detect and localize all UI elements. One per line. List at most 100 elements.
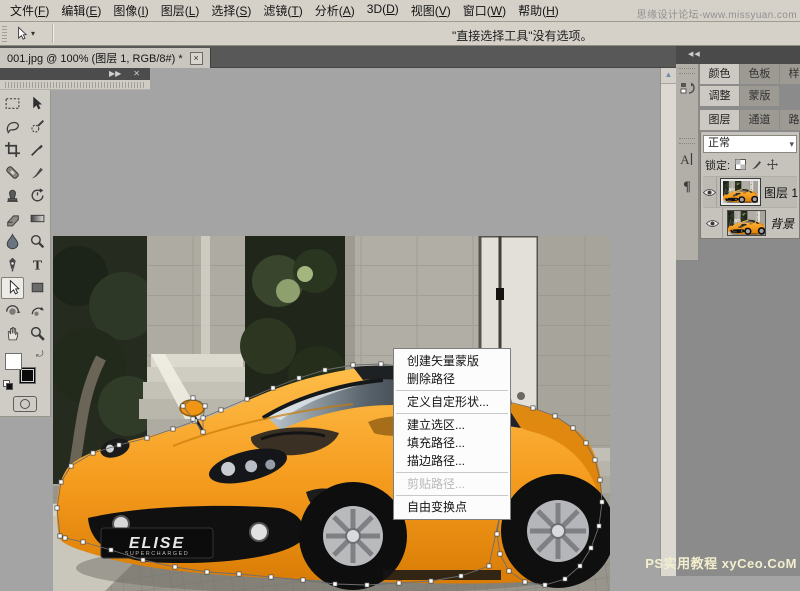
canvas-vertical-scrollbar[interactable]: ▲ (660, 68, 676, 576)
panel-tab[interactable]: 图层 (700, 110, 739, 130)
3d-roll-tool[interactable] (26, 300, 49, 322)
spot-healing-brush-tool[interactable] (1, 162, 24, 184)
panel-tab[interactable]: 样式 (780, 64, 800, 84)
panel-tab[interactable]: 调整 (700, 86, 739, 106)
lock-position-icon[interactable] (767, 159, 778, 170)
context-menu-item[interactable]: 填充路径... (394, 434, 510, 452)
dock-collapse-icon[interactable]: ◀◀ (676, 46, 800, 64)
tools-panel: ⤾ (0, 90, 51, 417)
move-tool[interactable] (26, 93, 49, 115)
direct-selection-tool-icon (4, 279, 21, 296)
panel-tab[interactable]: 色板 (740, 64, 779, 84)
blur-tool[interactable] (1, 231, 24, 253)
paragraph-panel-icon[interactable] (676, 176, 698, 194)
character-panel-icon[interactable] (676, 150, 698, 168)
document-tab[interactable]: 001.jpg @ 100% (图层 1, RGB/8#) * × (0, 48, 211, 68)
panel-tab[interactable]: 路径 (780, 110, 800, 130)
zoom-tool[interactable] (26, 323, 49, 345)
dock-strip-grip-2[interactable] (679, 138, 695, 144)
panel-tab[interactable]: 颜色 (700, 64, 739, 84)
lasso-tool-icon (4, 118, 21, 135)
lasso-tool[interactable] (1, 116, 24, 138)
crop-tool[interactable] (1, 139, 24, 161)
quick-mask-button[interactable] (13, 396, 37, 412)
gradient-tool[interactable] (26, 208, 49, 230)
options-bar-grip[interactable] (2, 25, 7, 42)
context-menu-item[interactable]: 描边路径... (394, 452, 510, 470)
site-watermark-bottom: PS实用教程 xyCeo.CoM (645, 553, 797, 572)
quick-mask-icon (20, 399, 30, 409)
3d-rotate-tool[interactable] (1, 300, 24, 322)
tool-options-message: "直接选择工具"没有选项。 (452, 27, 593, 44)
lock-label: 锁定: (705, 157, 730, 173)
context-menu-item[interactable]: 删除路径 (394, 370, 510, 388)
menu-filter[interactable]: 滤镜(T) (257, 2, 308, 19)
history-brush-tool[interactable] (26, 185, 49, 207)
scroll-up-icon[interactable]: ▲ (661, 68, 676, 84)
layer-row[interactable]: 图层 1 (703, 176, 797, 207)
menu-select[interactable]: 选择(S) (205, 2, 257, 19)
tools-panel-grip[interactable] (0, 80, 150, 90)
menu-image[interactable]: 图像(I) (107, 2, 154, 19)
swap-colors-icon[interactable]: ⤾ (36, 349, 44, 360)
pen-tool[interactable] (1, 254, 24, 276)
color-swatches: ⤾ (0, 347, 50, 393)
menu-layer[interactable]: 图层(L) (155, 2, 206, 19)
context-menu-item[interactable]: 定义自定形状... (394, 393, 510, 411)
menu-analysis[interactable]: 分析(A) (309, 2, 361, 19)
current-tool-dropdown[interactable]: ▾ (13, 24, 47, 43)
brush-tool[interactable] (26, 162, 49, 184)
eye-icon (703, 188, 716, 197)
clone-stamp-tool[interactable] (1, 185, 24, 207)
eyedropper-tool[interactable] (26, 139, 49, 161)
history-panel-icon[interactable] (676, 80, 698, 98)
layer-thumbnail[interactable] (727, 210, 766, 236)
context-menu-item[interactable]: 建立选区... (394, 416, 510, 434)
menu-edit[interactable]: 编辑(E) (55, 2, 107, 19)
hand-tool[interactable] (1, 323, 24, 345)
foreground-color-swatch[interactable] (5, 353, 22, 370)
horizontal-type-tool[interactable] (26, 254, 49, 276)
pen-tool-icon (4, 256, 21, 273)
rectangular-marquee-tool[interactable] (1, 93, 24, 115)
layer-name[interactable]: 背景 (770, 215, 794, 232)
quick-selection-tool[interactable] (26, 116, 49, 138)
canvas-area[interactable] (0, 68, 660, 576)
context-menu-item: 剪贴路径... (394, 475, 510, 493)
layer-thumbnail[interactable] (721, 179, 760, 205)
panel-group-color: 颜色色板样式 (700, 64, 800, 84)
lock-transparent-pixels-icon[interactable] (735, 159, 746, 170)
eraser-tool[interactable] (1, 208, 24, 230)
context-menu-item[interactable]: 自由变换点 (394, 498, 510, 516)
blend-mode-select[interactable]: 正常 (703, 135, 797, 153)
panel-tab[interactable]: 通道 (740, 110, 779, 130)
tools-close-icon[interactable]: ✕ (133, 68, 140, 80)
menu-3d[interactable]: 3D(D) (361, 2, 405, 19)
direct-selection-tool[interactable] (1, 277, 24, 299)
menu-file[interactable]: 文件(F) (4, 2, 55, 19)
document-image[interactable] (53, 236, 610, 591)
rectangle-tool[interactable] (26, 277, 49, 299)
brush-tool-icon (29, 164, 46, 181)
dock-strip-grip[interactable] (679, 68, 695, 74)
dodge-tool-icon (29, 233, 46, 250)
dodge-tool[interactable] (26, 231, 49, 253)
panel-tab[interactable]: 蒙版 (740, 86, 779, 106)
default-colors-icon[interactable] (3, 380, 12, 389)
layer-row[interactable]: 背景 (703, 207, 797, 238)
lock-image-pixels-icon[interactable] (751, 159, 762, 170)
zoom-tool-icon (29, 325, 46, 342)
context-menu-item[interactable]: 创建矢量蒙版 (394, 352, 510, 370)
layer-visibility-toggle[interactable] (703, 208, 723, 238)
options-bar-divider (52, 24, 54, 43)
menu-bar: 文件(F)编辑(E)图像(I)图层(L)选择(S)滤镜(T)分析(A)3D(D)… (0, 0, 800, 22)
layer-visibility-toggle[interactable] (703, 177, 717, 207)
tools-collapse-icon[interactable]: ▶▶ (109, 68, 121, 80)
direct-selection-tool-icon (13, 26, 28, 41)
panel-group-layers: 图层通道路径 (700, 110, 800, 130)
layer-name[interactable]: 图层 1 (764, 184, 798, 201)
menu-view[interactable]: 视图(V) (405, 2, 457, 19)
document-close-icon[interactable]: × (190, 52, 203, 65)
menu-window[interactable]: 窗口(W) (457, 2, 512, 19)
menu-help[interactable]: 帮助(H) (512, 2, 565, 19)
